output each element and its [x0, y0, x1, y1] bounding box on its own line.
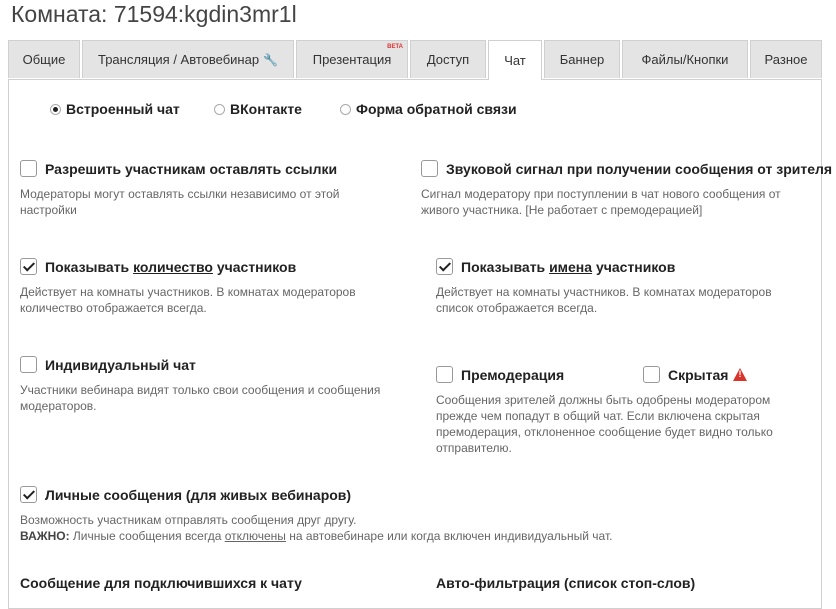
- radio-builtin-chat[interactable]: Встроенный чат: [50, 101, 180, 117]
- radio-feedback-form[interactable]: Форма обратной связи: [340, 101, 517, 117]
- sound-signal-option[interactable]: Звуковой сигнал при получении сообщения …: [421, 160, 832, 177]
- show-names-desc: Действует на комнаты участников. В комна…: [436, 285, 772, 315]
- sound-signal-checkbox[interactable]: [421, 160, 438, 177]
- premoderation-desc: Сообщения зрителей должны быть одобрены …: [436, 393, 773, 455]
- welcome-message-heading: Сообщение для подключившихся к чату: [20, 575, 302, 591]
- tab-banner[interactable]: Баннер: [544, 40, 620, 78]
- individual-chat-option[interactable]: Индивидуальный чат: [20, 356, 196, 373]
- page-title: Комната: 71594:kgdin3mr1l: [11, 1, 297, 27]
- sound-signal-desc: Сигнал модератору при поступлении в чат …: [421, 187, 781, 217]
- hidden-premoderation-checkbox[interactable]: [643, 366, 660, 383]
- tab-broadcast[interactable]: Трансляция / Автовебинар 🔧: [82, 40, 294, 78]
- show-names-checkbox[interactable]: [436, 258, 453, 275]
- show-count-checkbox[interactable]: [20, 258, 37, 275]
- tab-access[interactable]: Доступ: [410, 40, 486, 78]
- radio-button[interactable]: [50, 103, 61, 115]
- hidden-premoderation-option[interactable]: Скрытая !: [643, 366, 748, 383]
- tab-general[interactable]: Общие: [8, 40, 80, 78]
- radio-vkontakte[interactable]: ВКонтакте: [214, 101, 302, 117]
- disabled-link: отключены: [224, 529, 286, 543]
- private-messages-important: ВАЖНО: Личные сообщения всегда отключены…: [20, 529, 613, 543]
- tab-chat[interactable]: Чат: [488, 40, 542, 80]
- premoderation-checkbox[interactable]: [436, 366, 453, 383]
- beta-badge: BETA: [387, 44, 403, 50]
- show-count-option[interactable]: Показывать количество участников: [20, 258, 296, 275]
- show-count-desc: Действует на комнаты участников. В комна…: [20, 285, 356, 315]
- radio-button[interactable]: [340, 103, 351, 115]
- tab-files-buttons[interactable]: Файлы/Кнопки: [622, 40, 748, 78]
- individual-chat-checkbox[interactable]: [20, 356, 37, 373]
- individual-chat-desc: Участники вебинара видят только свои соо…: [20, 383, 381, 413]
- tab-bar: Общие Трансляция / Автовебинар 🔧 Презента…: [8, 40, 824, 80]
- warning-icon: !: [733, 368, 748, 381]
- allow-links-desc: Модераторы могут оставлять ссылки незави…: [20, 187, 340, 217]
- show-names-option[interactable]: Показывать имена участников: [436, 258, 675, 275]
- private-messages-checkbox[interactable]: [20, 486, 37, 503]
- radio-button[interactable]: [214, 103, 225, 115]
- private-messages-option[interactable]: Личные сообщения (для живых вебинаров): [20, 486, 351, 503]
- premoderation-option[interactable]: Премодерация: [436, 366, 564, 383]
- allow-links-checkbox[interactable]: [20, 160, 37, 177]
- auto-filter-heading: Авто-фильтрация (список стоп-слов): [436, 575, 696, 591]
- wrench-icon: 🔧: [263, 52, 279, 67]
- tab-misc[interactable]: Разное: [750, 40, 822, 78]
- tab-presentation[interactable]: Презентация BETA: [296, 40, 408, 78]
- private-messages-desc: Возможность участникам отправлять сообще…: [20, 512, 800, 544]
- allow-links-option[interactable]: Разрешить участникам оставлять ссылки: [20, 160, 337, 177]
